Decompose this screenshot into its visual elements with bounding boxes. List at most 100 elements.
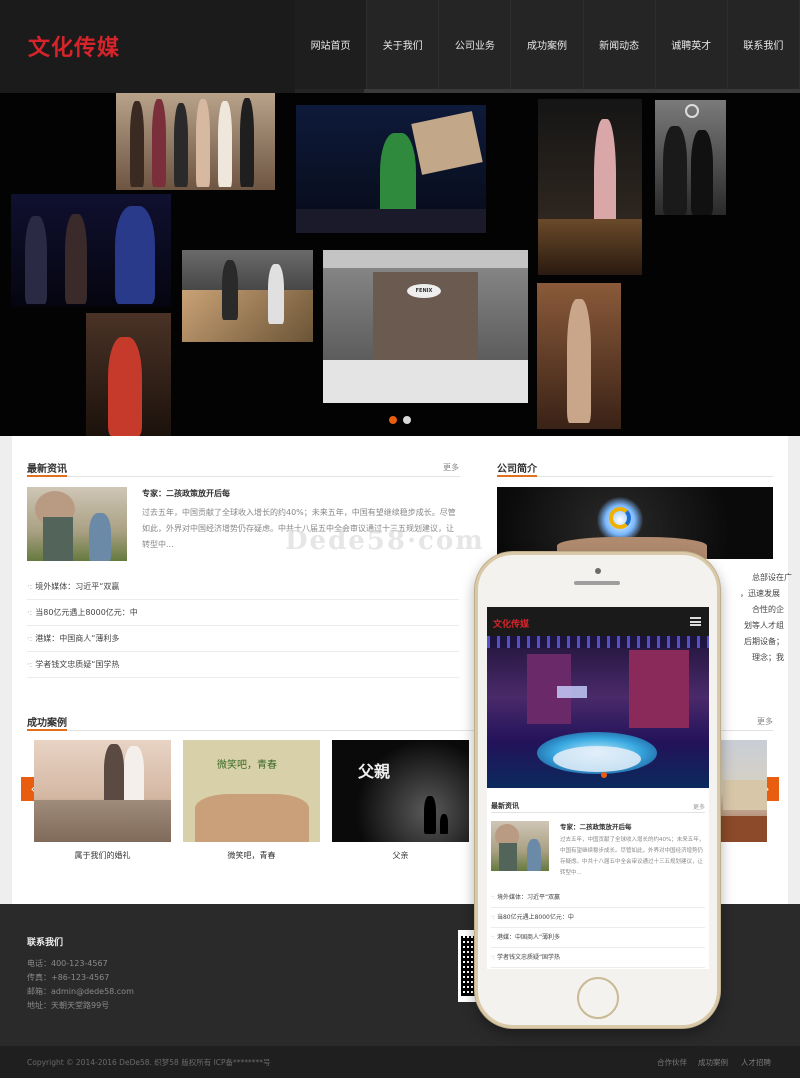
nav-item-jobs[interactable]: 诚聘英才 bbox=[656, 0, 728, 89]
cases-section-accent bbox=[27, 729, 67, 731]
about-image bbox=[497, 487, 773, 559]
copyright-text: Copyright © 2014-2016 DeDe58. 织梦58 版权所有 … bbox=[27, 1058, 271, 1067]
footer-email[interactable]: 邮箱：admin@dede58.com bbox=[27, 986, 134, 997]
news-item-title[interactable]: 境外媒体：习近平“双赢 bbox=[35, 582, 119, 591]
mobile-news-more[interactable]: 更多 bbox=[693, 802, 705, 811]
footer-phone: 电话：400-123-4567 bbox=[27, 959, 108, 968]
nav-item-home[interactable]: 网站首页 bbox=[295, 0, 368, 89]
watermark: Dede58·com bbox=[285, 526, 485, 556]
news-more-link[interactable]: 更多 bbox=[443, 462, 459, 473]
banner-photo-runway-stairs bbox=[538, 99, 642, 275]
mobile-banner-logo bbox=[557, 686, 587, 698]
phone-screen: 文化传媒 最新资讯 更多 专家：二孩政策放开后每 过去五年，中国贡献了全球收入增… bbox=[487, 607, 709, 969]
mobile-news-item-title[interactable]: 港媒：中国商人“薄利多 bbox=[497, 934, 560, 941]
phone-speaker bbox=[574, 581, 620, 585]
phone-camera bbox=[595, 568, 601, 574]
footer-fax: 传真：+86-123-4567 bbox=[27, 973, 110, 982]
mobile-news-item-title[interactable]: 学者钱文忠质疑“国学热 bbox=[497, 954, 560, 961]
mobile-news-summary: 过去五年，中国贡献了全球收入增长的约40%；未来五年，中国有望继续稳步成长。尽管… bbox=[560, 837, 705, 876]
mobile-news-item-title[interactable]: 当80亿元遇上8000亿元：中 bbox=[497, 914, 574, 921]
case-card-wedding[interactable] bbox=[34, 740, 171, 842]
about-section-title: 公司简介 bbox=[497, 464, 537, 475]
case-figure bbox=[124, 746, 144, 804]
footer-address: 地址：天朝天堂路99号 bbox=[27, 1001, 110, 1010]
mobile-slide-dot[interactable] bbox=[601, 772, 607, 778]
banner-photo-stage-model bbox=[296, 105, 486, 233]
case-image-text: 父親 bbox=[358, 762, 391, 781]
news-list-item[interactable]: ·: 港媒：中国商人“薄利多 bbox=[27, 626, 459, 652]
news-section-title: 最新资讯 bbox=[27, 464, 67, 475]
slide-dot-2[interactable] bbox=[403, 416, 411, 424]
mobile-news-item[interactable]: ·: 港媒：中国商人“薄利多 bbox=[491, 928, 705, 948]
main-nav: 网站首页 关于我们 公司业务 成功案例 新闻动态 诚聘英才 联系我们 bbox=[295, 0, 800, 93]
news-featured-thumbnail[interactable] bbox=[27, 487, 127, 561]
news-item-title[interactable]: 学者钱文忠质疑“国学热 bbox=[35, 660, 119, 669]
banner-photo-jumping-men bbox=[182, 250, 313, 342]
banner-photo-couple bbox=[655, 100, 726, 215]
mobile-news-item[interactable]: ·: 当80亿元遇上8000亿元：中 bbox=[491, 908, 705, 928]
about-section-divider bbox=[497, 476, 773, 477]
case-card-youth[interactable]: 微笑吧，青春 bbox=[183, 740, 320, 842]
mobile-news-item[interactable]: ·: 境外媒体：习近平“双赢 bbox=[491, 888, 705, 908]
news-featured-headline[interactable]: 专家：二孩政策放开后每 bbox=[142, 488, 230, 499]
mobile-news-headline[interactable]: 专家：二孩政策放开后每 bbox=[560, 821, 632, 831]
mobile-news-thumbnail[interactable] bbox=[491, 821, 549, 871]
nav-item-cases[interactable]: 成功案例 bbox=[511, 0, 584, 89]
mobile-header: 文化传媒 bbox=[487, 607, 709, 636]
nav-item-news[interactable]: 新闻动态 bbox=[584, 0, 656, 89]
news-list-item[interactable]: ·: 学者钱文忠质疑“国学热 bbox=[27, 652, 459, 678]
nav-item-contact[interactable]: 联系我们 bbox=[728, 0, 800, 89]
cases-section-title: 成功案例 bbox=[27, 718, 67, 729]
mobile-news-divider bbox=[491, 812, 705, 813]
bullet-icon: ·: bbox=[491, 954, 495, 961]
banner-photo-woman-stairs bbox=[537, 283, 621, 429]
content-gutter-left bbox=[0, 436, 12, 904]
case-label[interactable]: 父亲 bbox=[332, 850, 469, 861]
case-label[interactable]: 微笑吧，青春 bbox=[183, 850, 320, 861]
case-card-father[interactable]: 父親 bbox=[332, 740, 469, 842]
cases-more-link[interactable]: 更多 bbox=[757, 716, 773, 727]
phone-home-button bbox=[577, 977, 619, 1019]
bullet-icon: ·: bbox=[27, 634, 33, 643]
slide-dot-1[interactable] bbox=[389, 416, 397, 424]
hero-banner[interactable]: FENIX bbox=[0, 93, 800, 436]
news-list-item[interactable]: ·: 当80亿元遇上8000亿元：中 bbox=[27, 600, 459, 626]
hamburger-menu-icon[interactable] bbox=[690, 617, 701, 626]
news-item-title[interactable]: 港媒：中国商人“薄利多 bbox=[35, 634, 119, 643]
nav-item-about[interactable]: 关于我们 bbox=[367, 0, 440, 89]
nav-item-business[interactable]: 公司业务 bbox=[439, 0, 512, 89]
banner-photo-models-blue bbox=[11, 194, 171, 307]
about-text-fragment: 总部设在广 bbox=[752, 573, 792, 582]
footer-link-partners[interactable]: 合作伙伴 bbox=[657, 1057, 687, 1068]
logo-area: 文化传媒 bbox=[0, 0, 295, 93]
about-section-accent bbox=[497, 475, 537, 477]
mobile-banner[interactable] bbox=[487, 636, 709, 788]
bullet-icon: ·: bbox=[27, 582, 33, 591]
footer-link-jobs[interactable]: 人才招聘 bbox=[741, 1057, 771, 1068]
bullet-icon: ·: bbox=[491, 894, 495, 901]
banner-photo-fenix-runway: FENIX bbox=[323, 250, 528, 403]
bullet-icon: ·: bbox=[491, 914, 495, 921]
news-section-divider bbox=[27, 476, 460, 477]
about-text-fragment: 合性的企 bbox=[752, 605, 784, 614]
case-label[interactable]: 属于我们的婚礼 bbox=[34, 850, 171, 861]
banner-photo-group-shoppers bbox=[116, 93, 275, 190]
bullet-icon: ·: bbox=[491, 934, 495, 941]
news-section-accent bbox=[27, 475, 67, 477]
banner-photo-woman-rope bbox=[86, 313, 171, 436]
mobile-news-title: 最新资讯 bbox=[491, 802, 519, 810]
mobile-news-item[interactable]: ·: 学者钱文忠质疑“国学热 bbox=[491, 948, 705, 968]
about-text-fragment: 后期设备； bbox=[744, 637, 784, 646]
news-item-title[interactable]: 当80亿元遇上8000亿元：中 bbox=[35, 608, 138, 617]
site-logo[interactable]: 文化传媒 bbox=[28, 30, 120, 62]
bullet-icon: ·: bbox=[27, 660, 33, 669]
case-card-partial[interactable] bbox=[719, 740, 767, 842]
site-header: 文化传媒 网站首页 关于我们 公司业务 成功案例 新闻动态 诚聘英才 联系我们 bbox=[0, 0, 800, 93]
mobile-logo[interactable]: 文化传媒 bbox=[493, 617, 529, 630]
mobile-news-item-title[interactable]: 境外媒体：习近平“双赢 bbox=[497, 894, 560, 901]
footer-contact-title: 联系我们 bbox=[27, 938, 64, 948]
footer-link-cases[interactable]: 成功案例 bbox=[698, 1057, 728, 1068]
news-list-item[interactable]: ·: 境外媒体：习近平“双赢 bbox=[27, 574, 459, 600]
about-text-fragment: 理念；我 bbox=[752, 653, 784, 662]
about-text-fragment: ，迅速发展 bbox=[740, 589, 780, 598]
